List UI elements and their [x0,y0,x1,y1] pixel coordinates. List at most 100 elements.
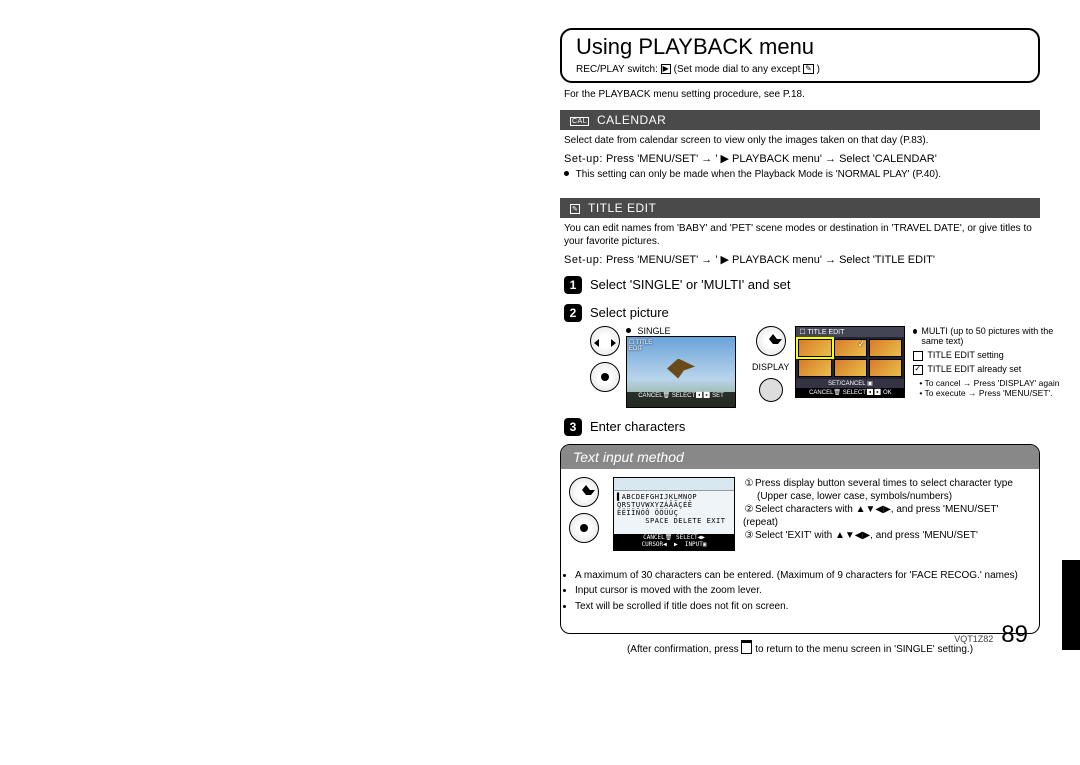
step-num-3: 3 [564,418,582,436]
bird-graphic [667,359,695,379]
multi-heading: MULTI (up to 50 pictures with the same t… [913,326,1063,348]
legend-setting-text: TITLE EDIT setting [927,350,1003,361]
arrows-icon: ▲▼◀▶ [835,530,870,541]
ti-screen-bot: CANCEL🗑 SELECT◀▶ CURSOR◀ ▶ INPUT▣ [614,534,734,549]
ti-screen-chars: ▌ABCDEFGHIJKLMNOP QRSTUVWXYZÁÂÃÇÉÊ ËËÏÏÑ… [614,491,734,535]
thumb [869,339,902,357]
dpad-lr-icon [590,326,620,356]
play-mode-icon: ▶ [661,64,671,74]
thumb [798,359,831,377]
ti-note: Input cursor is moved with the zoom leve… [575,584,1029,598]
step-num-2: 2 [564,304,582,322]
titleedit-icon: ✎ [570,204,580,214]
single-screen: ☐ TITLE EDIT CANCEL🗑 SELECT◀▶ SET [626,336,736,408]
dpad-4way-icon [756,326,786,356]
clip-mode-icon: ✎ [803,64,814,74]
legend-already-text: TITLE EDIT already set [927,364,1021,375]
multi-legend: MULTI (up to 50 pictures with the same t… [913,326,1063,399]
bullet-icon [913,329,917,334]
doc-code: VQT1Z82 [954,634,993,644]
circle-3-icon: ③ [743,529,755,542]
thumb [798,339,831,357]
thumb [834,359,867,377]
text-input-header: Text input method [561,445,1039,469]
multi-heading-text: MULTI (up to 50 pictures with the same t… [921,326,1063,348]
text-input-instructions: ①Press display button several times to s… [743,477,1031,542]
titleedit-setup: Set-up: Press 'MENU/SET' → ' ▶ PLAYBACK … [564,253,1036,266]
multi-note-cancel: • To cancel → Press 'DISPLAY' again [919,378,1063,388]
text-input-screen: ▌ABCDEFGHIJKLMNOP QRSTUVWXYZÁÂÃÇÉÊ ËËÏÏÑ… [613,477,735,551]
dpad-center-icon [569,513,599,543]
setup-text2: Press 'MENU/SET' → ' ▶ PLAYBACK menu' → … [606,254,935,266]
circle-1-icon: ① [743,477,755,490]
bullet-icon [564,171,569,176]
multi-note-exec: • To execute → Press 'MENU/SET'. [919,388,1063,398]
checked-icon [913,365,923,375]
ti-r1: Press display button several times to se… [755,478,1013,489]
calendar-text: Select date from calendar screen to view… [564,134,1036,148]
step-1: 1 Select 'SINGLE' or 'MULTI' and set [564,276,1036,294]
ti-r1b: (Upper case, lower case, symbols/numbers… [757,490,1031,503]
legend-already: TITLE EDIT already set [913,364,1063,375]
dpad-4way-icon [569,477,599,507]
multi-screen-title: ☐ TITLE EDIT [796,327,904,337]
calendar-note-text: This setting can only be made when the P… [576,169,941,180]
empty-check-icon [913,351,923,361]
ti-note: A maximum of 30 characters can be entere… [575,569,1029,583]
subtitle-end: ) [817,64,820,75]
calendar-icon: CAL [570,117,589,126]
calendar-setup: Set-up: Press 'MENU/SET' → ' ▶ PLAYBACK … [564,152,1036,165]
display-label: DISPLAY [752,362,789,372]
text-input-body: ▌ABCDEFGHIJKLMNOP QRSTUVWXYZÁÂÃÇÉÊ ËËÏÏÑ… [561,469,1039,559]
setup-label: Set-up: [564,153,603,165]
ti-r2a: Select characters with [755,504,856,515]
single-dpad-col [590,326,620,392]
step-2: 2 Select picture [564,304,1036,322]
bullet-icon [626,328,631,333]
page-footer: VQT1Z82 89 [954,621,1028,649]
page-number: 89 [1001,621,1028,649]
arrows-icon: ▲▼◀▶ [856,504,891,515]
single-label-text: SINGLE [638,326,671,336]
step-3-text: Enter characters [590,418,685,434]
step-1-text: Select 'SINGLE' or 'MULTI' and set [590,276,790,292]
multi-col: DISPLAY ☐ TITLE EDIT SET/CANCEL ▣ CANCEL… [752,326,1063,402]
page-title: Using PLAYBACK menu [562,30,1038,62]
single-screen-top: ☐ TITLE EDIT [629,339,652,352]
ti-dpad-col [569,477,599,543]
ti-chars: ABCDEFGHIJKLMNOP QRSTUVWXYZÁÂÃÇÉÊ ËËÏÏÑÓ… [617,493,725,525]
calendar-note: This setting can only be made when the P… [564,169,1036,180]
titleedit-section-bar: ✎ TITLE EDIT [560,198,1040,218]
multi-note1-text: To cancel → Press 'DISPLAY' again [925,378,1060,388]
single-screen-wrap: SINGLE ☐ TITLE EDIT CANCEL🗑 SELECT◀▶ SET [626,326,736,408]
manual-page: Using PLAYBACK menu REC/PLAY switch: ▶ (… [560,28,1040,655]
page-title-box: Using PLAYBACK menu REC/PLAY switch: ▶ (… [560,28,1040,83]
multi-dpad-col: DISPLAY [752,326,789,402]
ti-r3b: , and press 'MENU/SET' [870,530,978,541]
subtitle-prefix: REC/PLAY switch: [576,64,661,75]
thumb [869,359,902,377]
ti-note: Text will be scrolled if title does not … [575,600,1029,614]
thumb [834,339,867,357]
text-input-notes: A maximum of 30 characters can be entere… [561,569,1039,624]
multi-screen: ☐ TITLE EDIT SET/CANCEL ▣ CANCEL🗑 SELECT… [795,326,905,398]
select-picture-row: SINGLE ☐ TITLE EDIT CANCEL🗑 SELECT◀▶ SET… [590,326,1040,408]
step-2-text: Select picture [590,304,669,320]
page-edge-tab [1062,560,1080,650]
dpad-center-icon [590,362,620,392]
subtitle-mid: (Set mode dial to any except [674,64,804,75]
titleedit-text: You can edit names from 'BABY' and 'PET'… [564,222,1036,249]
ti-screen-top [614,478,734,491]
calendar-section-bar: CAL CALENDAR [560,110,1040,130]
after-prefix: (After confirmation, press [627,644,741,655]
trash-icon [741,642,752,654]
calendar-label: CALENDAR [597,113,666,127]
after-suffix: to return to the menu screen in 'SINGLE'… [755,644,973,655]
single-col: SINGLE ☐ TITLE EDIT CANCEL🗑 SELECT◀▶ SET [590,326,736,408]
multi-setcancel: SET/CANCEL ▣ [796,379,904,388]
circle-2-icon: ② [743,503,755,516]
legend-setting: TITLE EDIT setting [913,350,1063,361]
multi-grid [796,337,904,379]
step-3: 3 Enter characters [564,418,1036,436]
titleedit-label: TITLE EDIT [588,201,656,215]
